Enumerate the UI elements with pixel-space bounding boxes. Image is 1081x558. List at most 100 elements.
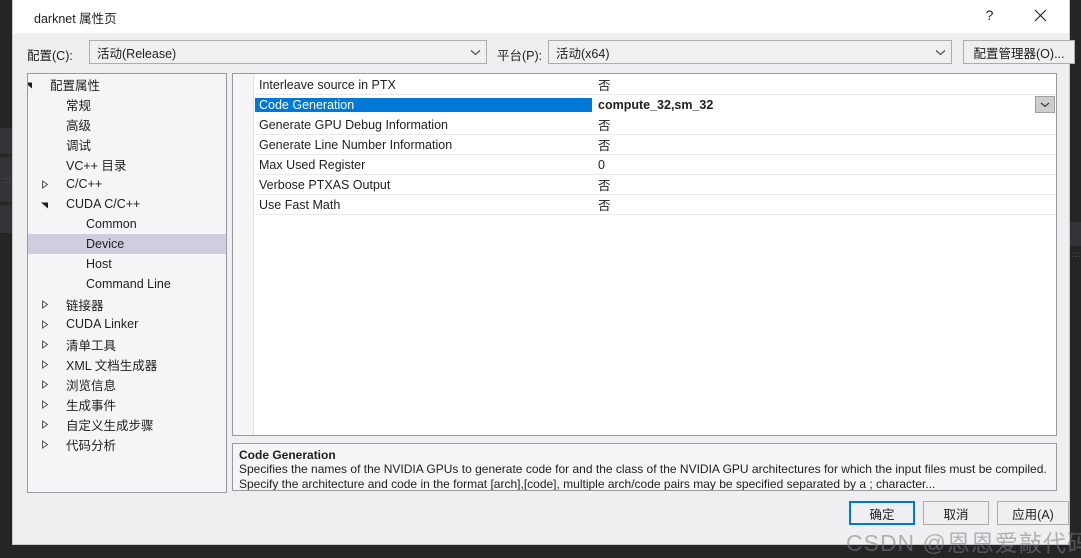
description-text: Specifies the names of the NVIDIA GPUs t… (239, 462, 1047, 491)
tree-item-label: 清单工具 (66, 338, 117, 353)
tree-item-label: 调试 (66, 138, 92, 153)
property-value[interactable]: 否 (592, 75, 1056, 94)
ok-button[interactable]: 确定 (849, 501, 915, 525)
description-title: Code Generation (239, 448, 336, 462)
property-grid[interactable]: Interleave source in PTX 否 Code Generation… (232, 73, 1057, 436)
property-row-2[interactable]: Generate GPU Debug Information 否 (255, 115, 1056, 135)
tree-item-11[interactable]: 链接器 (28, 294, 226, 314)
tree-item-label: 常规 (66, 98, 92, 113)
triangle-right-icon[interactable] (38, 419, 50, 429)
tree-item-14[interactable]: XML 文档生成器 (28, 354, 226, 374)
property-name: Max Used Register (259, 157, 366, 172)
property-value[interactable]: 0 (592, 158, 1056, 172)
property-value[interactable]: 否 (592, 175, 1056, 194)
close-button[interactable] (1018, 0, 1063, 31)
tree-item-label: VC++ 目录 (66, 158, 127, 173)
svg-text:?: ? (986, 8, 994, 23)
tree-item-13[interactable]: 清单工具 (28, 334, 226, 354)
tree-item-label: Common (86, 217, 137, 231)
configuration-label: 配置(C): (27, 49, 73, 63)
property-row-5[interactable]: Verbose PTXAS Output 否 (255, 175, 1056, 195)
ide-side-panel-lower (0, 205, 12, 233)
configuration-manager-button[interactable]: 配置管理器(O)... (963, 40, 1075, 64)
tree-item-7[interactable]: Common (28, 214, 226, 234)
value-dropdown-button[interactable] (1035, 96, 1055, 113)
property-row-1[interactable]: Code Generation compute_32,sm_32 (255, 95, 1056, 115)
property-name: Code Generation (255, 97, 592, 112)
property-value[interactable]: 否 (592, 135, 1056, 154)
ide-side-panel-top (0, 128, 12, 154)
property-name: Interleave source in PTX (259, 77, 396, 92)
tree-item-1[interactable]: 常规 (28, 94, 226, 114)
platform-value: 活动(x64) (556, 46, 610, 61)
platform-combobox[interactable]: 活动(x64) (548, 40, 952, 64)
property-row-6[interactable]: Use Fast Math 否 (255, 195, 1056, 215)
property-name: Verbose PTXAS Output (259, 177, 391, 192)
tree-item-label: 代码分析 (66, 438, 117, 453)
help-button[interactable]: ? (967, 0, 1012, 31)
tree-item-2[interactable]: 高级 (28, 114, 226, 134)
tree-item-label: Device (86, 237, 125, 251)
cancel-button[interactable]: 取消 (923, 501, 989, 525)
tree-item-label: 生成事件 (66, 398, 117, 413)
ide-right-panel-dots: ::: (1072, 250, 1081, 259)
triangle-right-icon[interactable] (38, 299, 50, 309)
tree-item-0[interactable]: 配置属性 (28, 74, 226, 94)
property-row-4[interactable]: Max Used Register 0 (255, 155, 1056, 175)
tree-item-15[interactable]: 浏览信息 (28, 374, 226, 394)
tree-item-12[interactable]: CUDA Linker (28, 314, 226, 334)
tree-item-label: 配置属性 (50, 78, 101, 93)
platform-label: 平台(P): (497, 49, 543, 63)
tree-item-label: XML 文档生成器 (66, 358, 158, 373)
dialog-body: 配置属性常规高级调试 VC++ 目录 C/C++ CUDA C/C++ Common De… (13, 73, 1069, 493)
tree-item-label: 浏览信息 (66, 378, 117, 393)
property-value[interactable]: 否 (592, 115, 1056, 134)
triangle-down-icon[interactable] (38, 200, 50, 209)
tree-item-label: Command Line (86, 277, 171, 291)
tree-item-8[interactable]: Device (28, 234, 226, 254)
property-name: Generate Line Number Information (259, 137, 453, 152)
triangle-right-icon[interactable] (38, 359, 50, 369)
tree-item-label: Host (86, 257, 112, 271)
tree-item-6[interactable]: CUDA C/C++ (28, 194, 226, 214)
tree-item-4[interactable]: VC++ 目录 (28, 154, 226, 174)
configuration-value: 活动(Release) (97, 46, 177, 61)
triangle-right-icon[interactable] (38, 319, 50, 329)
tree-item-3[interactable]: 调试 (28, 134, 226, 154)
configuration-bar: 配置(C): 活动(Release) 平台(P): 活动(x64) 配置管理器(… (13, 33, 1075, 73)
property-value[interactable]: compute_32,sm_32 (592, 98, 1056, 112)
apply-button[interactable]: 应用(A) (997, 501, 1069, 525)
ide-side-panel-dots: ::: (2, 176, 12, 185)
chevron-down-icon (1040, 102, 1050, 107)
tree-item-label: 高级 (66, 118, 92, 133)
question-mark-icon: ? (986, 8, 994, 23)
tree-item-label: 自定义生成步骤 (66, 418, 154, 433)
configuration-combobox[interactable]: 活动(Release) (89, 40, 487, 64)
tree-item-10[interactable]: Command Line (28, 274, 226, 294)
triangle-right-icon[interactable] (38, 339, 50, 349)
property-grid-rows: Interleave source in PTX 否 Code Generation… (255, 75, 1056, 215)
property-row-0[interactable]: Interleave source in PTX 否 (255, 75, 1056, 95)
tree-item-18[interactable]: 代码分析 (28, 434, 226, 454)
configuration-tree[interactable]: 配置属性常规高级调试 VC++ 目录 C/C++ CUDA C/C++ Common De… (27, 73, 227, 493)
chevron-down-icon (929, 49, 951, 56)
triangle-down-icon[interactable] (28, 80, 34, 89)
tree-item-17[interactable]: 自定义生成步骤 (28, 414, 226, 434)
dialog-title: darknet 属性页 (34, 12, 117, 26)
tree-item-5[interactable]: C/C++ (28, 174, 226, 194)
tree-item-9[interactable]: Host (28, 254, 226, 274)
triangle-right-icon[interactable] (38, 179, 50, 189)
property-row-3[interactable]: Generate Line Number Information 否 (255, 135, 1056, 155)
tree-item-label: CUDA Linker (66, 317, 139, 331)
triangle-right-icon[interactable] (38, 399, 50, 409)
triangle-right-icon[interactable] (38, 439, 50, 449)
tree-item-label: 链接器 (66, 298, 104, 313)
dialog-footer: 确定 取消 应用(A) (13, 491, 1069, 546)
triangle-right-icon[interactable] (38, 379, 50, 389)
tree-item-label: CUDA C/C++ (66, 197, 141, 211)
ide-right-panel (1070, 222, 1081, 246)
chevron-down-icon (464, 49, 486, 56)
tree-item-16[interactable]: 生成事件 (28, 394, 226, 414)
property-value[interactable]: 否 (592, 195, 1056, 214)
property-grid-gutter (233, 74, 254, 435)
